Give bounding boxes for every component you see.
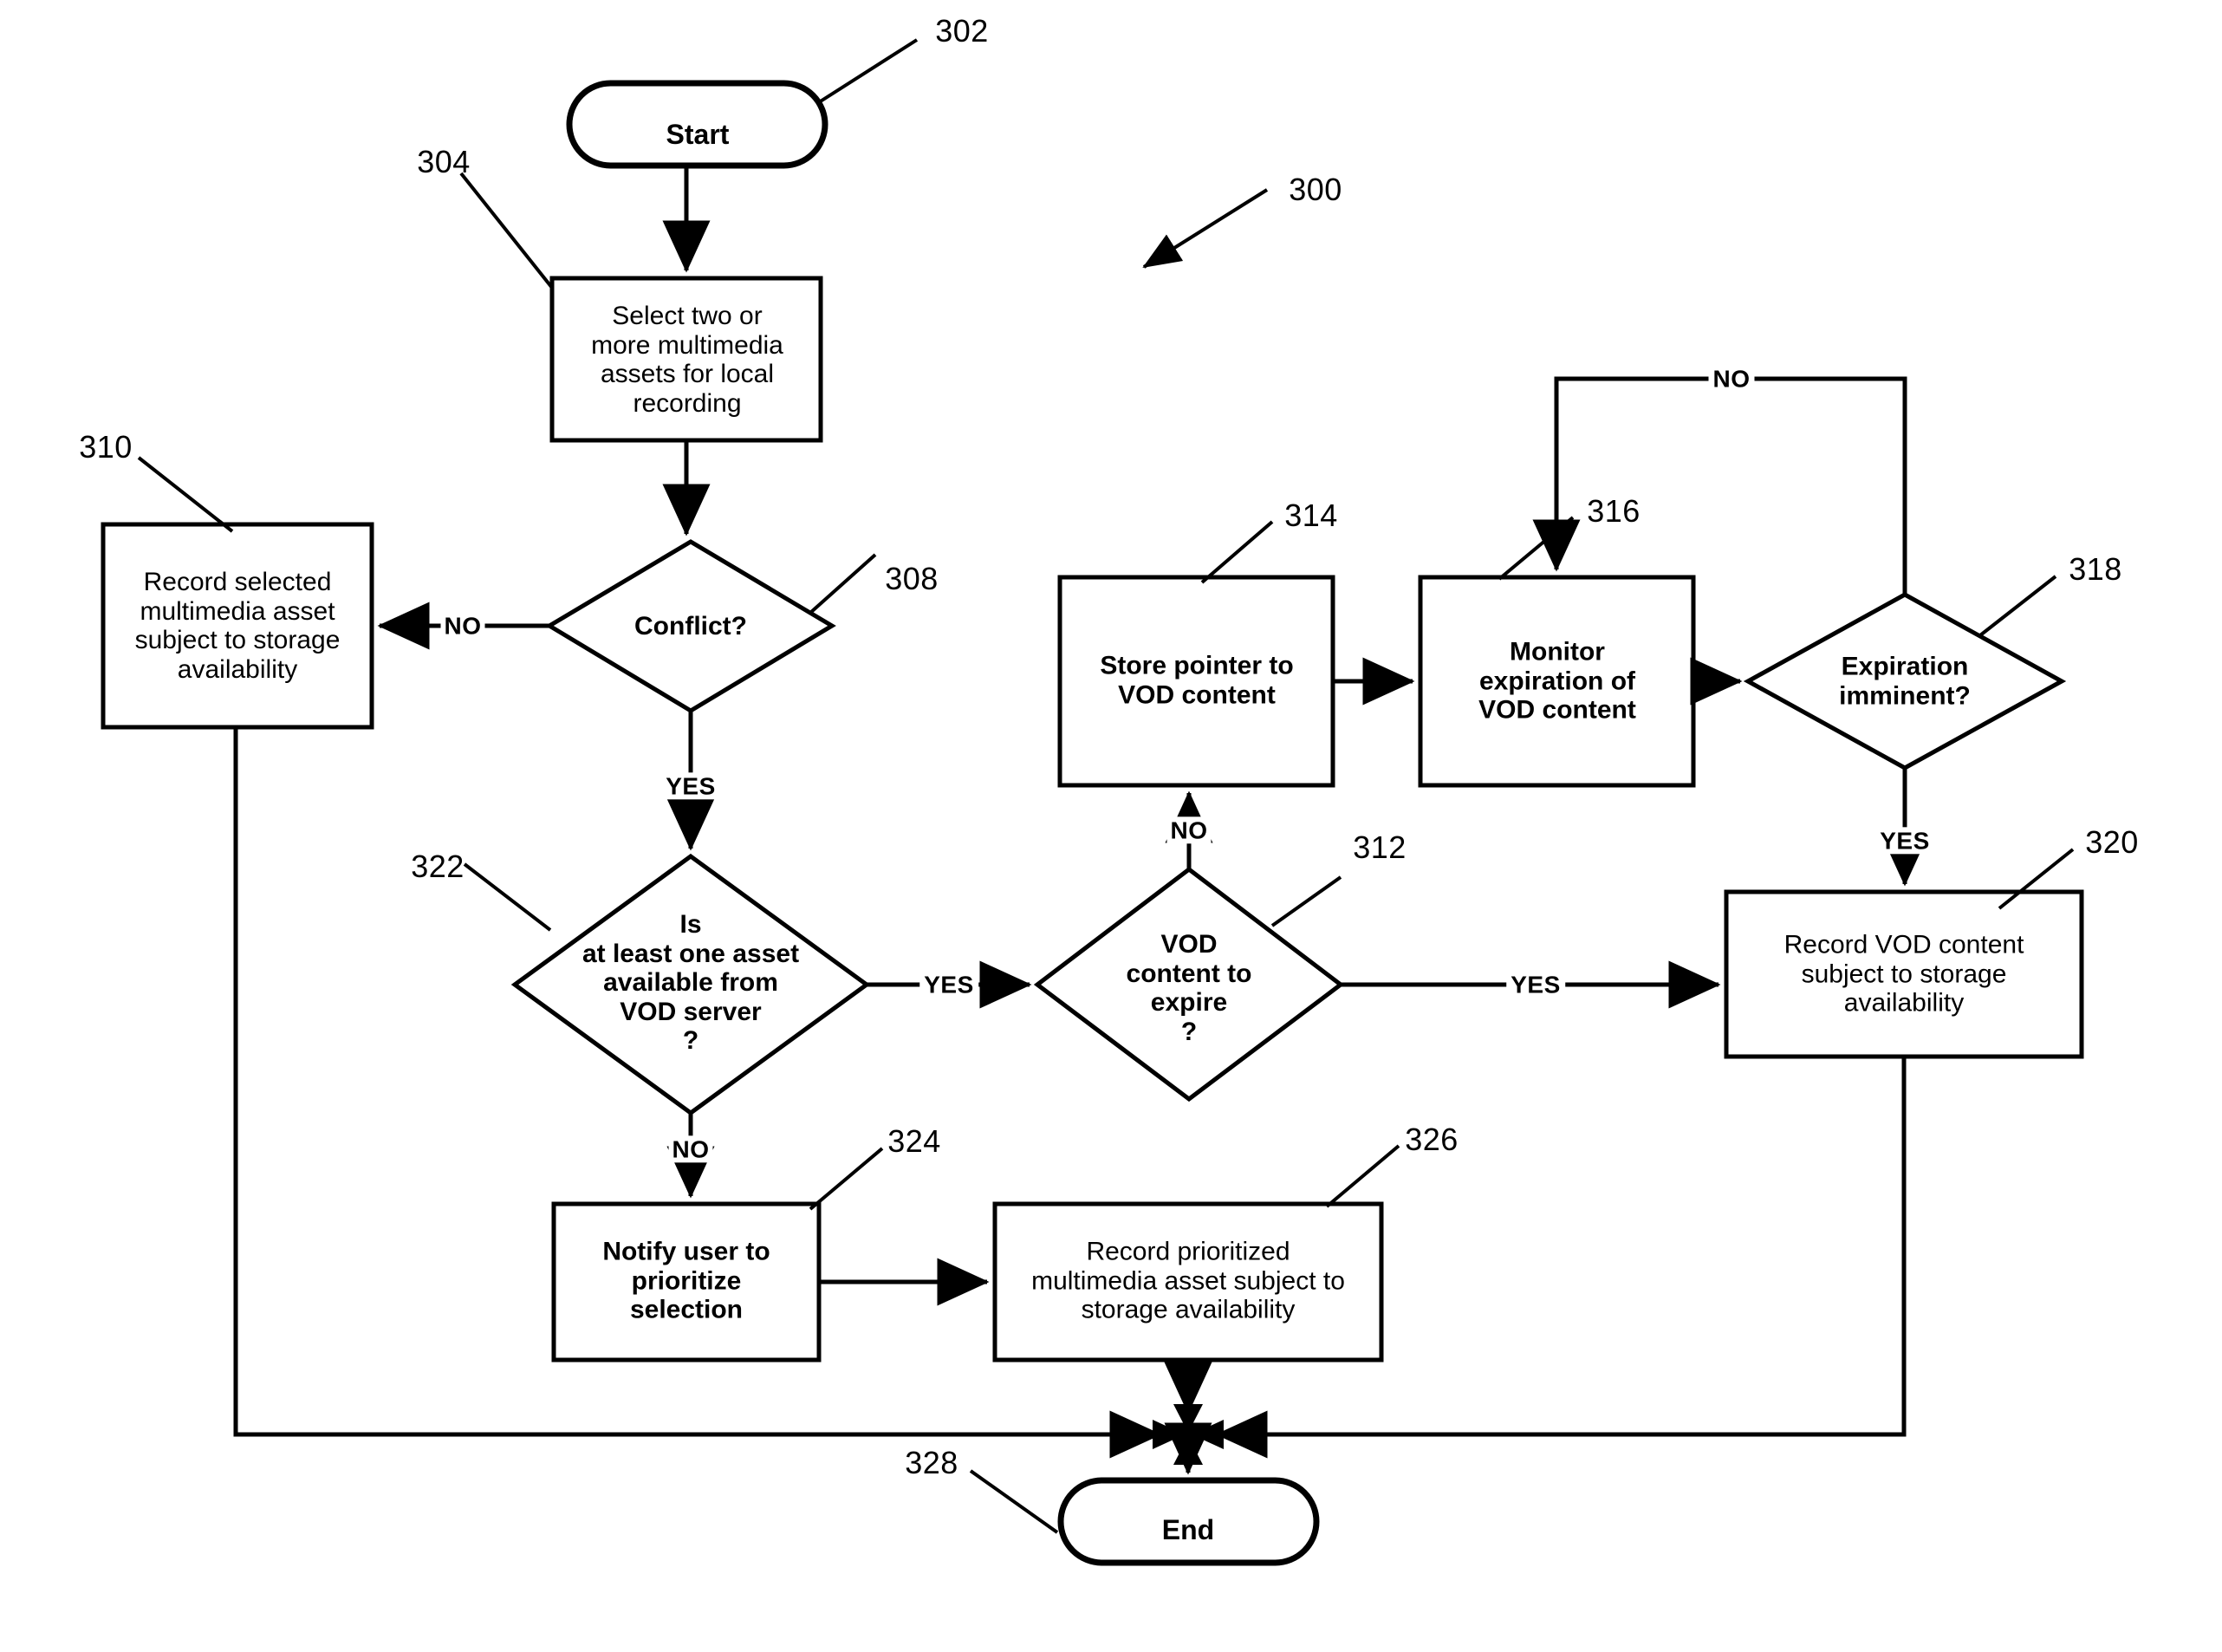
leader-322 <box>463 862 552 932</box>
leader-302 <box>817 38 919 104</box>
merge-arrow-from-left <box>1153 1420 1185 1449</box>
start-terminator <box>566 80 828 169</box>
leader-324 <box>809 1147 884 1211</box>
leader-318 <box>1978 575 2057 637</box>
edge-expiration-no-loop <box>1532 376 1907 595</box>
leader-312 <box>1270 875 1342 927</box>
merge-arrow-from-bottom <box>1173 1436 1203 1465</box>
figure-ref-arrow <box>1142 188 1269 269</box>
record-vod-box <box>1724 889 2084 1059</box>
leader-304 <box>459 172 554 289</box>
leader-314 <box>1200 520 1274 584</box>
figure-canvas: 300 Start 302 Select two or more multime… <box>0 0 2222 1652</box>
expiration-imminent-diamond <box>1743 592 2067 771</box>
leader-326 <box>1325 1144 1400 1208</box>
conflict-diamond <box>545 539 836 713</box>
vod-expire-diamond <box>1033 866 1345 1102</box>
merge-arrow-from-right <box>1192 1420 1224 1449</box>
leader-316 <box>1498 516 1575 581</box>
asset-available-diamond <box>510 853 871 1116</box>
merge-arrow-from-top <box>1173 1404 1203 1433</box>
end-terminator <box>1057 1477 1320 1566</box>
monitor-expiration-box <box>1418 575 1696 788</box>
leader-328 <box>969 1469 1059 1534</box>
leader-310 <box>137 456 234 533</box>
store-pointer-box <box>1057 575 1335 788</box>
record-prioritized-box <box>992 1201 1384 1363</box>
notify-user-box <box>551 1201 822 1363</box>
flowchart-svg <box>101 38 2084 1566</box>
record-selected-box <box>101 522 374 730</box>
select-assets-box <box>549 276 823 443</box>
leader-308 <box>809 553 877 615</box>
